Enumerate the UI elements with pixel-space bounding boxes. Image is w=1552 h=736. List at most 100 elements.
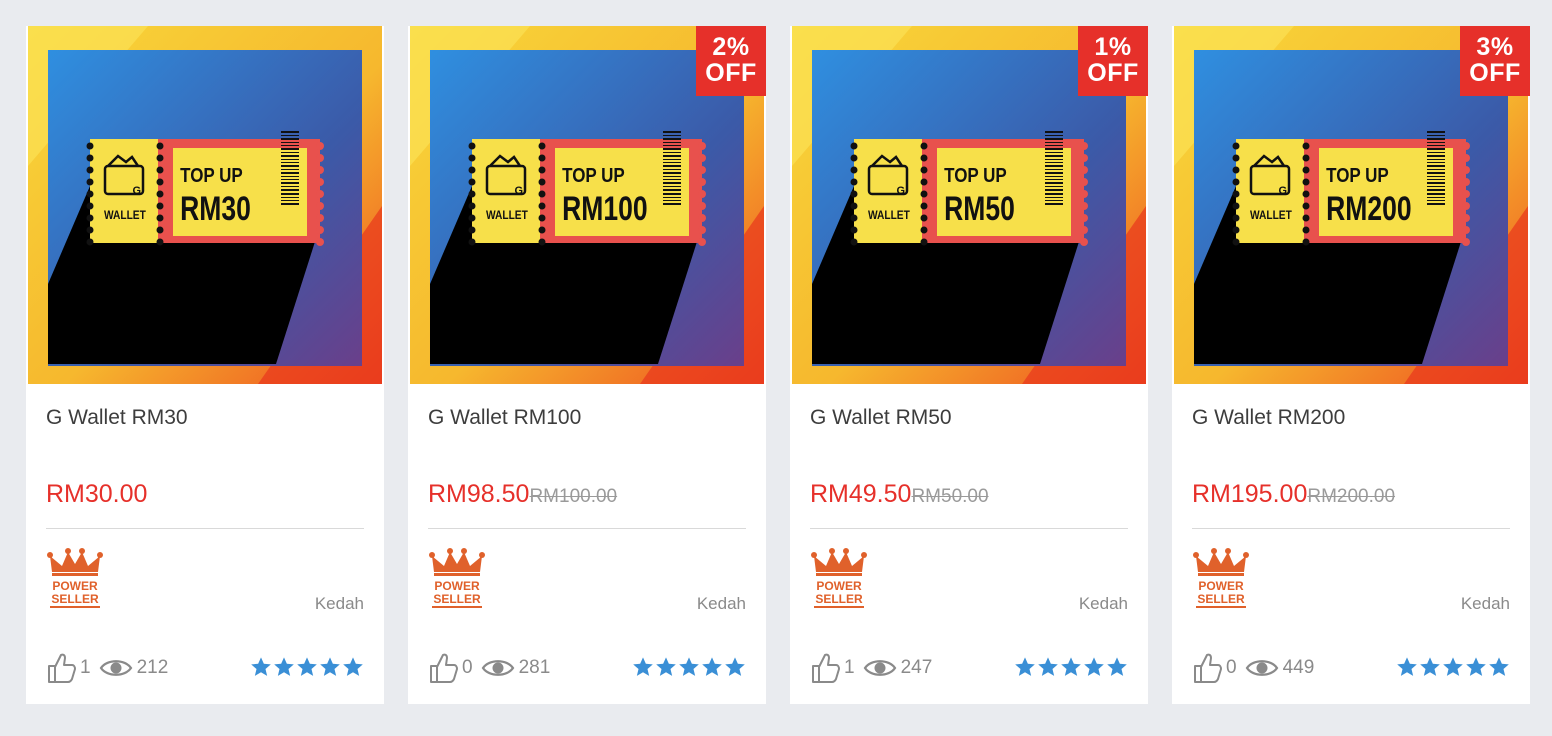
svg-text:POWER: POWER — [816, 579, 862, 593]
product-card[interactable]: G WALLET TOP UP RM30 G Wallet RM30 RM30.… — [26, 26, 384, 704]
crown-icon — [47, 548, 103, 576]
product-stats: 1 247 — [810, 652, 932, 684]
svg-text:SELLER: SELLER — [815, 592, 863, 606]
power-seller-badge: POWER SELLER — [46, 548, 104, 610]
rating-stars — [1396, 656, 1510, 683]
current-price: RM98.50 — [428, 480, 530, 508]
current-price: RM30.00 — [46, 480, 148, 508]
likes-count: 1 — [844, 657, 855, 678]
eye-icon — [863, 660, 896, 676]
divider — [428, 528, 746, 529]
rating-stars — [632, 656, 746, 683]
power-seller-badge: POWER SELLER — [810, 548, 868, 610]
star-icon — [1060, 656, 1082, 683]
discount-percent: 2% — [712, 33, 750, 61]
star-icon — [1014, 656, 1036, 683]
product-stats: 1 212 — [46, 652, 168, 684]
star-icon — [1396, 656, 1418, 683]
svg-text:RM100: RM100 — [562, 190, 647, 228]
thumbs-up-icon[interactable] — [810, 652, 840, 684]
views-count: 449 — [1282, 657, 1315, 678]
views-count: 212 — [136, 657, 169, 678]
svg-text:POWER: POWER — [1198, 579, 1244, 593]
svg-text:WALLET: WALLET — [868, 209, 910, 222]
svg-text:G: G — [514, 185, 523, 197]
product-card[interactable]: G WALLET TOP UP RM200 3% OFF G Wallet RM… — [1172, 26, 1530, 704]
star-icon — [678, 656, 700, 683]
svg-text:TOP UP: TOP UP — [1326, 164, 1389, 187]
original-price: RM200.00 — [1307, 486, 1396, 507]
power-seller-badge: POWER SELLER — [1192, 548, 1250, 610]
star-icon — [1419, 656, 1441, 683]
crown-icon — [429, 548, 485, 576]
svg-text:G: G — [1278, 185, 1287, 197]
svg-text:TOP UP: TOP UP — [944, 164, 1007, 187]
views-count: 281 — [518, 657, 551, 678]
rating-stars — [250, 656, 364, 683]
divider — [810, 528, 1128, 529]
product-grid: G WALLET TOP UP RM30 G Wallet RM30 RM30.… — [26, 26, 1530, 704]
discount-percent: 3% — [1476, 33, 1514, 61]
seller-location: Kedah — [1460, 594, 1510, 613]
divider — [1192, 528, 1510, 529]
product-card[interactable]: G WALLET TOP UP RM50 1% OFF G Wallet RM5… — [790, 26, 1148, 704]
crown-icon — [1193, 548, 1249, 576]
star-icon — [701, 656, 723, 683]
svg-text:RM30: RM30 — [180, 190, 251, 228]
svg-text:G: G — [896, 185, 905, 197]
eye-icon — [1245, 660, 1278, 676]
svg-text:SELLER: SELLER — [1197, 592, 1245, 606]
star-icon — [319, 656, 341, 683]
product-title[interactable]: G Wallet RM30 — [46, 406, 188, 430]
eye-icon — [481, 660, 514, 676]
power-seller-badge: POWER SELLER — [428, 548, 486, 610]
svg-text:RM50: RM50 — [944, 190, 1015, 228]
seller-location: Kedah — [1078, 594, 1128, 613]
svg-text:POWER: POWER — [434, 579, 480, 593]
discount-badge: 3% OFF — [1460, 26, 1530, 96]
price-row: RM98.50 RM100.00 — [428, 480, 617, 509]
star-icon — [1442, 656, 1464, 683]
views-count: 247 — [900, 657, 933, 678]
star-icon — [273, 656, 295, 683]
discount-off: OFF — [1087, 59, 1139, 87]
thumbs-up-icon[interactable] — [1192, 652, 1222, 684]
likes-count: 1 — [80, 657, 91, 678]
price-row: RM49.50 RM50.00 — [810, 480, 989, 509]
star-icon — [342, 656, 364, 683]
rating-stars — [1014, 656, 1128, 683]
thumbs-up-icon[interactable] — [428, 652, 458, 684]
price-row: RM195.00 RM200.00 — [1192, 480, 1395, 509]
price-row: RM30.00 — [46, 480, 147, 509]
svg-text:RM200: RM200 — [1326, 190, 1411, 228]
star-icon — [250, 656, 272, 683]
star-icon — [1106, 656, 1128, 683]
product-stats: 0 449 — [1192, 652, 1314, 684]
discount-off: OFF — [705, 59, 757, 87]
star-icon — [632, 656, 654, 683]
product-image[interactable]: G WALLET TOP UP RM30 — [28, 26, 382, 384]
svg-text:SELLER: SELLER — [433, 592, 481, 606]
discount-badge: 1% OFF — [1078, 26, 1148, 96]
current-price: RM195.00 — [1192, 480, 1308, 508]
star-icon — [655, 656, 677, 683]
svg-text:TOP UP: TOP UP — [180, 164, 243, 187]
star-icon — [1037, 656, 1059, 683]
product-stats: 0 281 — [428, 652, 550, 684]
likes-count: 0 — [462, 657, 473, 678]
seller-location: Kedah — [314, 594, 364, 613]
discount-percent: 1% — [1094, 33, 1132, 61]
seller-location: Kedah — [696, 594, 746, 613]
product-title[interactable]: G Wallet RM50 — [810, 406, 952, 430]
svg-text:WALLET: WALLET — [104, 209, 146, 222]
product-title[interactable]: G Wallet RM100 — [428, 406, 581, 430]
star-icon — [296, 656, 318, 683]
star-icon — [1083, 656, 1105, 683]
product-card[interactable]: G WALLET TOP UP RM100 2% OFF G Wallet RM… — [408, 26, 766, 704]
discount-off: OFF — [1469, 59, 1521, 87]
product-title[interactable]: G Wallet RM200 — [1192, 406, 1345, 430]
likes-count: 0 — [1226, 657, 1237, 678]
thumbs-up-icon[interactable] — [46, 652, 76, 684]
svg-text:G: G — [132, 185, 141, 197]
eye-icon — [99, 660, 132, 676]
